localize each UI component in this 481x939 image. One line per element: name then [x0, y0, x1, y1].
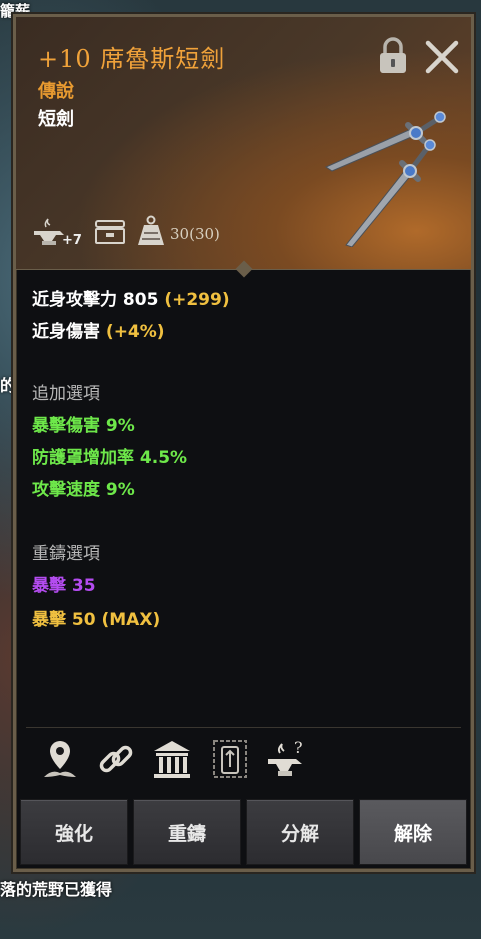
- weight-icon: [138, 215, 164, 245]
- durability-value: 30(30): [170, 225, 220, 243]
- item-title: +10 席魯斯短劍: [38, 45, 226, 73]
- melee-attack-stat: 近身攻擊力 805 (+299): [32, 285, 230, 310]
- reforge-option-item: 暴擊 35: [32, 576, 96, 596]
- item-action-icons: ?: [38, 737, 338, 787]
- enhance-badge: +7: [62, 233, 82, 248]
- card-icon[interactable]: [208, 737, 252, 783]
- item-grade: 傳說: [38, 81, 74, 102]
- melee-damage-stat: 近身傷害 (+4%): [32, 317, 165, 342]
- svg-text:?: ?: [294, 738, 303, 757]
- bank-icon[interactable]: [150, 737, 194, 783]
- enhance-button[interactable]: 強化: [20, 799, 128, 865]
- chain-link-icon[interactable]: [94, 737, 138, 783]
- dagger-icon: [324, 111, 446, 247]
- anvil-help-icon[interactable]: ?: [264, 737, 308, 783]
- location-pin-icon[interactable]: [38, 737, 82, 783]
- close-icon[interactable]: [424, 39, 460, 75]
- zone-name: 落的荒野: [0, 880, 65, 899]
- footer-divider: [26, 727, 461, 728]
- bonus-option-item: 攻擊速度 9%: [32, 480, 135, 500]
- reforge-button[interactable]: 重鑄: [133, 799, 241, 865]
- chest-icon: [95, 220, 125, 244]
- melee-attack-bonus: (+299): [164, 290, 230, 310]
- bonus-options-header: 追加選項: [32, 384, 100, 404]
- melee-damage-label: 近身傷害: [32, 322, 100, 342]
- item-tooltip-panel: +10 席魯斯短劍 傳說 短劍 +7 30(30) 近身攻擊力 805 (+29…: [13, 14, 474, 872]
- bonus-option-item: 防護罩增加率 4.5%: [32, 448, 188, 468]
- dismantle-button[interactable]: 分解: [246, 799, 354, 865]
- reforge-options-header: 重鑄選項: [32, 544, 100, 564]
- item-type: 短劍: [38, 109, 74, 130]
- item-attributes-row: +7 30(30): [30, 213, 290, 253]
- reforge-option-item: 暴擊 50 (MAX): [32, 610, 161, 630]
- item-header: +10 席魯斯短劍 傳說 短劍 +7 30(30): [16, 17, 471, 270]
- background-text-bottom: 落的荒野已獲得: [0, 876, 112, 900]
- item-action-buttons: 強化 重鑄 分解 解除: [20, 799, 468, 867]
- melee-damage-bonus: (+4%): [105, 322, 165, 342]
- acquired-text: 已獲得: [64, 880, 113, 899]
- bonus-option-item: 暴擊傷害 9%: [32, 416, 135, 436]
- melee-attack-label: 近身攻擊力 805: [32, 290, 159, 310]
- unequip-button[interactable]: 解除: [359, 799, 467, 865]
- padlock-icon[interactable]: [378, 37, 408, 75]
